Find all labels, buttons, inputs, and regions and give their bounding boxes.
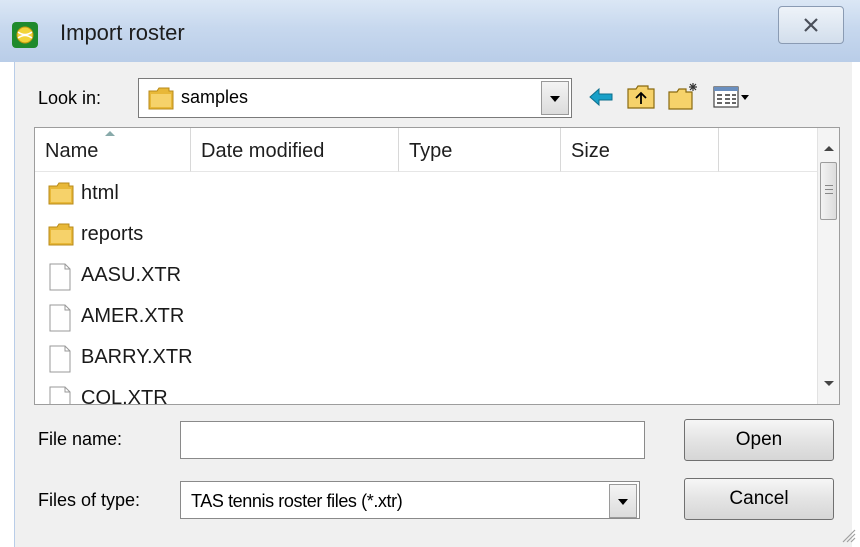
open-button[interactable]: Open — [684, 419, 834, 461]
folder-icon — [148, 87, 174, 110]
filetype-value: TAS tennis roster files (*.xtr) — [191, 491, 403, 511]
column-header-name[interactable]: Name — [35, 128, 191, 172]
cancel-button[interactable]: Cancel — [684, 478, 834, 520]
lookin-value: samples — [181, 87, 249, 107]
file-icon — [49, 304, 71, 332]
resize-grip-icon[interactable] — [840, 527, 856, 543]
folder-icon — [48, 182, 74, 205]
new-folder-button[interactable] — [666, 80, 700, 114]
lookin-dropdown-arrow[interactable] — [541, 81, 569, 115]
new-folder-icon — [668, 83, 697, 110]
scrollbar-thumb[interactable] — [820, 162, 837, 220]
column-header-size[interactable]: Size — [561, 128, 719, 172]
close-icon — [804, 18, 818, 32]
file-icon — [49, 263, 71, 291]
back-arrow-icon — [589, 87, 613, 107]
lookin-label: Look in: — [38, 88, 102, 108]
filetype-label: Files of type: — [38, 490, 141, 510]
list-item-label: BARRY.XTR — [81, 346, 193, 368]
list-item-label: AMER.XTR — [81, 305, 185, 327]
close-button[interactable] — [778, 6, 844, 44]
window-title: Import roster — [60, 20, 185, 45]
view-menu-button[interactable] — [710, 80, 768, 114]
back-button[interactable] — [584, 80, 618, 114]
title-bar[interactable]: Import roster — [0, 0, 860, 62]
file-icon — [49, 386, 71, 404]
vertical-scrollbar[interactable] — [817, 128, 839, 404]
list-item-label: reports — [81, 223, 144, 245]
filetype-dropdown-arrow[interactable] — [609, 484, 637, 518]
up-folder-button[interactable] — [624, 80, 658, 114]
column-header-empty — [719, 128, 819, 172]
sort-ascending-icon — [105, 131, 115, 136]
list-item-label: html — [81, 182, 119, 204]
list-item-label: COL.XTR — [81, 387, 168, 405]
file-list[interactable]: Name Date modified Type Size html report… — [34, 127, 840, 405]
filename-label: File name: — [38, 429, 123, 449]
column-header-type[interactable]: Type — [399, 128, 561, 172]
scroll-up-icon[interactable] — [824, 146, 834, 151]
filename-input[interactable] — [180, 421, 645, 459]
tennis-ball-icon — [12, 22, 38, 48]
lookin-dropdown[interactable]: samples — [138, 78, 572, 118]
list-item-label: AASU.XTR — [81, 264, 182, 286]
scroll-down-icon[interactable] — [824, 381, 834, 386]
filetype-dropdown[interactable]: TAS tennis roster files (*.xtr) — [180, 481, 640, 519]
view-menu-icon — [713, 86, 749, 108]
column-header-date-modified[interactable]: Date modified — [191, 128, 399, 172]
up-folder-icon — [627, 85, 655, 109]
file-icon — [49, 345, 71, 373]
folder-icon — [48, 223, 74, 246]
